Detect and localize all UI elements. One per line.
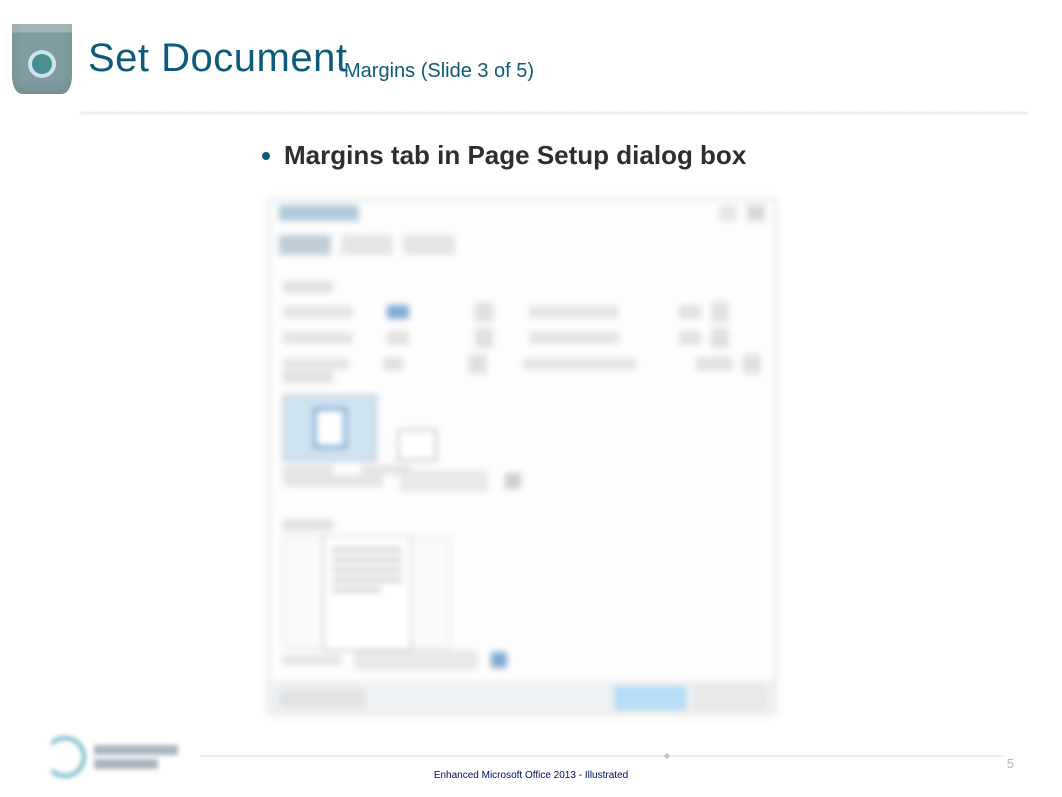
value-right[interactable]: [679, 331, 701, 345]
label-bottom: [529, 306, 619, 318]
portrait-icon: [314, 408, 346, 448]
label-right: [529, 332, 619, 344]
footer-divider: [200, 751, 1002, 761]
multiple-pages-dropdown[interactable]: [401, 471, 487, 491]
footer-caption: Enhanced Microsoft Office 2013 - Illustr…: [0, 770, 1062, 781]
preview-section: [283, 519, 451, 649]
label-gutter-position: [523, 358, 635, 370]
dialog-tab-strip: [279, 235, 455, 255]
label-top: [283, 306, 353, 318]
header-divider: [80, 108, 1028, 118]
close-icon[interactable]: [747, 205, 765, 221]
tab-layout[interactable]: [403, 235, 455, 255]
tab-margins[interactable]: [279, 235, 331, 255]
chevron-down-icon[interactable]: [505, 473, 521, 489]
value-gutter[interactable]: [383, 357, 404, 371]
main-bullet: Margins tab in Page Setup dialog box: [262, 140, 746, 171]
value-left[interactable]: [387, 331, 409, 345]
label-left: [283, 332, 353, 344]
orientation-section-label: [283, 371, 333, 383]
spinner-right[interactable]: [711, 328, 729, 348]
cancel-button[interactable]: [695, 687, 765, 709]
spinner-left[interactable]: [475, 328, 493, 348]
spinner-bottom[interactable]: [711, 302, 729, 322]
preview-page-icon: [323, 536, 411, 650]
preview-section-label: [283, 519, 333, 531]
dialog-button-bar: [269, 682, 775, 713]
slide-title: Set Document: [88, 36, 347, 81]
ok-button[interactable]: [615, 687, 685, 709]
multiple-pages-label: [283, 475, 383, 487]
page-setup-dialog: [268, 198, 776, 714]
bullet-marker-icon: [262, 152, 270, 160]
margins-section-label: [283, 281, 333, 293]
orientation-portrait[interactable]: [283, 395, 377, 461]
multiple-pages-row: [283, 471, 521, 491]
value-bottom[interactable]: [679, 305, 701, 319]
preview-box: [283, 537, 451, 649]
label-gutter: [283, 358, 349, 370]
spinner-top[interactable]: [475, 302, 493, 322]
bullet-text: Margins tab in Page Setup dialog box: [284, 140, 746, 171]
slide-subtitle: Margins (Slide 3 of 5): [344, 60, 534, 83]
tab-paper[interactable]: [341, 235, 393, 255]
dialog-title: [279, 205, 359, 221]
landscape-icon[interactable]: [397, 429, 437, 461]
apply-to-label: [283, 655, 341, 665]
page-setup-dialog-image: [268, 198, 776, 714]
set-as-default-button[interactable]: [279, 689, 365, 707]
brand-shield-icon: [12, 24, 72, 94]
slide-header: Set Document Margins (Slide 3 of 5): [12, 24, 1050, 104]
orientation-section: [283, 371, 437, 475]
chevron-down-icon[interactable]: [491, 652, 507, 668]
apply-to-dropdown[interactable]: [355, 651, 477, 669]
apply-to-row: [283, 651, 507, 669]
margins-section: [283, 281, 761, 377]
help-icon[interactable]: [719, 205, 737, 221]
spinner-gutter[interactable]: [469, 354, 487, 374]
value-gutter-position[interactable]: [696, 357, 733, 371]
page-number: 5: [1007, 756, 1014, 771]
value-top[interactable]: [387, 305, 409, 319]
dropdown-gutter-position[interactable]: [743, 354, 761, 374]
